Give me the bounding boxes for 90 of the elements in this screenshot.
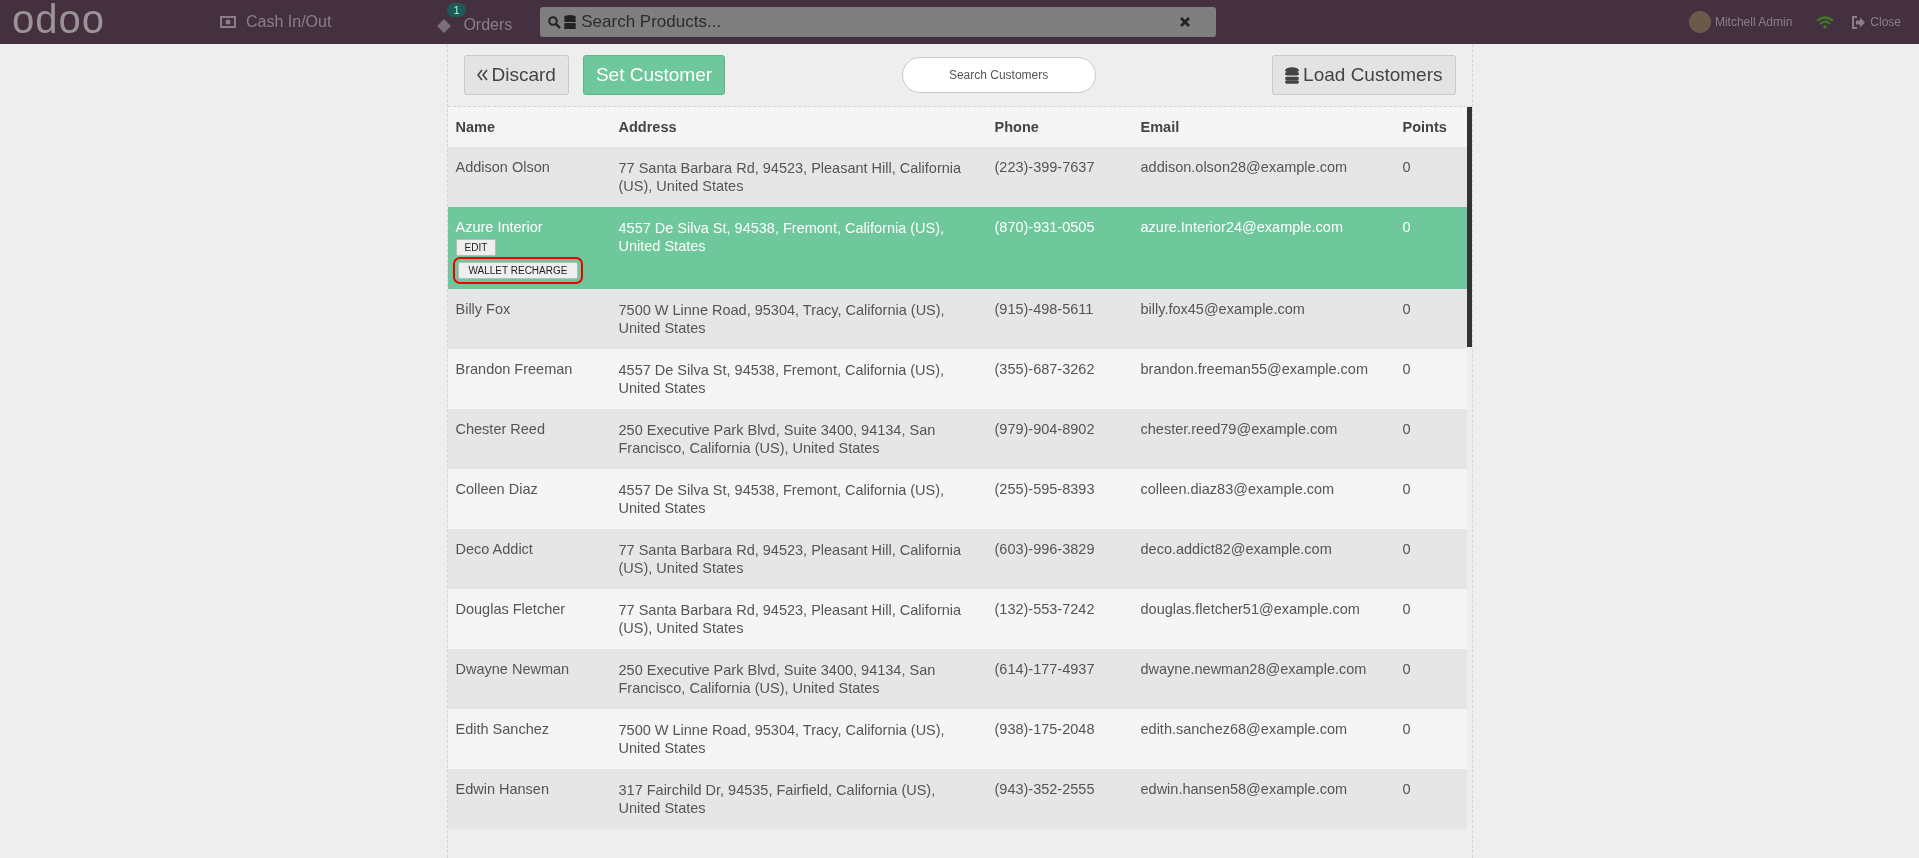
logo[interactable]: odoo (12, 0, 182, 42)
customer-address: 7500 W Linne Road, 95304, Tracy, California (US), United States (618, 301, 946, 337)
customer-phone: (915)-498-5611 (994, 301, 1094, 317)
customer-phone: (938)-175-2048 (994, 721, 1095, 737)
customer-row[interactable]: Brandon Freeman 4557 De Silva St, 94538, Fremont, California (US), United States (355)-687-3262 brandon.freeman55@example.com 0 (447, 349, 1467, 409)
orders-count-badge: 1 (447, 3, 466, 17)
column-header: Points (1394, 107, 1467, 147)
customer-email: azure.Interior24@example.com (1140, 219, 1343, 235)
row-action-button[interactable]: EDIT (455, 239, 497, 256)
customer-address: 4557 De Silva St, 94538, Fremont, California (US), United States (618, 219, 946, 255)
customer-row[interactable]: Edith Sanchez 7500 W Linne Road, 95304, Tracy, California (US), United States (938)-175-2048 edith.sanchez68@example.com 0 (447, 709, 1467, 769)
customer-row[interactable]: Dwayne Newman 250 Executive Park Blvd, Suite 3400, 94134, San Francisco, California (US), United States (614)-177-4937 dwayne.newman28@example.com 0 (447, 649, 1467, 709)
customer-row[interactable]: Colleen Diaz 4557 De Silva St, 94538, Fremont, California (US), United States (255)-595-8393 colleen.diaz83@example.com 0 (447, 469, 1467, 529)
customer-row[interactable]: Douglas Fletcher 77 Santa Barbara Rd, 94523, Pleasant Hill, California (US), United States (132)-553-7242 douglas.fletcher51@example.com 0 (447, 589, 1467, 649)
column-header: Phone (986, 107, 1133, 147)
customer-row[interactable]: Deco Addict 77 Santa Barbara Rd, 94523, Pleasant Hill, California (US), United States (603)-996-3829 deco.addict82@example.com 0 (447, 529, 1467, 589)
customer-phone: (614)-177-4937 (994, 661, 1095, 677)
database-icon (564, 15, 577, 29)
wifi-icon (1816, 15, 1835, 29)
orders-button[interactable]: 1 Orders (429, 2, 519, 42)
customer-phone: (223)-399-7637 (994, 159, 1095, 175)
customer-name: Azure Interior (455, 219, 544, 235)
double-chevron-left-icon (476, 69, 488, 81)
clear-icon[interactable] (1180, 17, 1191, 27)
close-button[interactable]: Close (1846, 15, 1907, 29)
customer-email: douglas.fletcher51@example.com (1140, 601, 1360, 617)
customer-name: Brandon Freeman (455, 361, 574, 377)
customer-address: 4557 De Silva St, 94538, Fremont, California (US), United States (618, 481, 946, 517)
customer-address: 317 Fairchild Dr, 94535, Fairfield, California (US), United States (618, 781, 937, 817)
user-name[interactable]: Mitchell Admin (1714, 15, 1793, 29)
customer-points: 0 (1402, 159, 1411, 175)
search-icon (548, 15, 562, 29)
customer-phone: (603)-996-3829 (994, 541, 1095, 557)
customer-phone: (132)-553-7242 (994, 601, 1095, 617)
user-avatar (1688, 11, 1711, 33)
customer-points: 0 (1402, 481, 1411, 497)
customer-address: 4557 De Silva St, 94538, Fremont, California (US), United States (618, 361, 946, 397)
customer-row[interactable]: Chester Reed 250 Executive Park Blvd, Suite 3400, 94134, San Francisco, California (US), United States (979)-904-8902 chester.reed79@example.com 0 (447, 409, 1467, 469)
customer-name: Billy Fox (455, 301, 512, 317)
customer-email: chester.reed79@example.com (1140, 421, 1338, 437)
customer-points: 0 (1402, 219, 1411, 235)
customer-name: Dwayne Newman (455, 661, 571, 677)
customer-email: edwin.hansen58@example.com (1140, 781, 1348, 797)
customer-email: dwayne.newman28@example.com (1140, 661, 1367, 677)
customer-email: deco.addict82@example.com (1140, 541, 1332, 557)
customer-email: edith.sanchez68@example.com (1140, 721, 1348, 737)
customer-phone: (979)-904-8902 (994, 421, 1095, 437)
customer-email: brandon.freeman55@example.com (1140, 361, 1368, 377)
customer-phone: (870)-931-0505 (994, 219, 1095, 235)
customer-address: 77 Santa Barbara Rd, 94523, Pleasant Hill, California (US), United States (618, 159, 963, 195)
customer-row[interactable]: Addison Olson 77 Santa Barbara Rd, 94523, Pleasant Hill, California (US), United States (223)-399-7637 addison.olson28@example.com 0 (447, 147, 1467, 207)
customer-points: 0 (1402, 721, 1411, 737)
customer-points: 0 (1402, 421, 1411, 437)
customer-address: 7500 W Linne Road, 95304, Tracy, California (US), United States (618, 721, 946, 757)
discard-button[interactable]: Discard (463, 55, 569, 95)
cash-icon (220, 16, 236, 28)
customer-points: 0 (1402, 781, 1411, 797)
column-header: Address (610, 107, 987, 147)
customer-name: Chester Reed (455, 421, 546, 437)
customer-name: Deco Addict (455, 541, 534, 557)
customer-points: 0 (1402, 361, 1411, 377)
customer-points: 0 (1402, 601, 1411, 617)
customer-name: Colleen Diaz (455, 481, 539, 497)
customer-points: 0 (1402, 301, 1411, 317)
customer-phone: (943)-352-2555 (994, 781, 1095, 797)
customer-phone: (255)-595-8393 (994, 481, 1095, 497)
database-icon (1285, 66, 1300, 84)
customer-points: 0 (1402, 661, 1411, 677)
customer-row[interactable]: Edwin Hansen 317 Fairchild Dr, 94535, Fairfield, California (US), United States (943)-352-2555 edwin.hansen58@example.com 0 (447, 769, 1467, 829)
product-search-field[interactable]: Search Products... (579, 11, 1178, 33)
customer-email: addison.olson28@example.com (1140, 159, 1348, 175)
customer-row[interactable]: Billy Fox 7500 W Linne Road, 95304, Tracy, California (US), United States (915)-498-5611 billy.fox45@example.com 0 (447, 289, 1467, 349)
customer-search-field[interactable]: Search Customers (901, 57, 1096, 93)
product-search-bar[interactable]: Search Products... (540, 7, 1217, 37)
customer-name: Edwin Hansen (455, 781, 550, 797)
customer-address: 250 Executive Park Blvd, Suite 3400, 94134, San Francisco, California (US), United States (618, 661, 937, 697)
customer-name: Edith Sanchez (455, 721, 550, 737)
column-header: Name (447, 107, 611, 147)
customer-points: 0 (1402, 541, 1411, 557)
customer-name: Addison Olson (455, 159, 551, 175)
customer-name: Douglas Fletcher (455, 601, 567, 617)
customer-email: colleen.diaz83@example.com (1140, 481, 1335, 497)
customer-address: 77 Santa Barbara Rd, 94523, Pleasant Hill, California (US), United States (618, 601, 963, 637)
customer-phone: (355)-687-3262 (994, 361, 1095, 377)
column-header: Email (1132, 107, 1395, 147)
load-customers-button[interactable]: Load Customers (1272, 55, 1456, 95)
sign-out-icon (1852, 15, 1867, 29)
customer-address: 77 Santa Barbara Rd, 94523, Pleasant Hill, California (US), United States (618, 541, 963, 577)
customer-address: 250 Executive Park Blvd, Suite 3400, 94134, San Francisco, California (US), United States (618, 421, 937, 457)
customer-email: billy.fox45@example.com (1140, 301, 1305, 317)
